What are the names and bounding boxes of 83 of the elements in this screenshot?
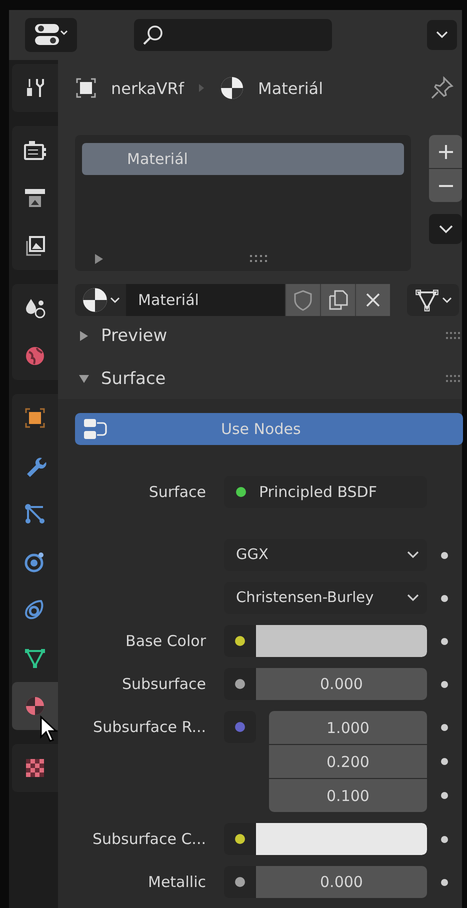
- material-slot[interactable]: Materiál: [82, 143, 404, 175]
- mouse-pointer-icon: [39, 715, 59, 743]
- toggle-caret-icon: [34, 22, 68, 48]
- plus-icon: [438, 144, 454, 160]
- keyframe-dot[interactable]: [441, 724, 448, 731]
- pin-icon[interactable]: [430, 76, 454, 100]
- expand-triangle-icon[interactable]: [94, 253, 104, 265]
- property-label: Metallic: [147, 872, 206, 893]
- panel-header[interactable]: Preview: [75, 316, 462, 356]
- property-label: Surface: [148, 482, 206, 503]
- printer-icon: [23, 186, 47, 210]
- minus-icon: [438, 184, 454, 186]
- sphere-icon: [23, 694, 47, 718]
- property-label: Base Color: [124, 631, 206, 652]
- fake-user-button[interactable]: [285, 284, 320, 316]
- keyframe-dot[interactable]: [441, 836, 448, 842]
- globe-icon: [23, 344, 47, 368]
- color-swatch[interactable]: [256, 625, 427, 657]
- properties-tab[interactable]: [12, 682, 58, 730]
- property-label: Subsurface: [121, 674, 206, 695]
- triangle-vertex-icon: [414, 287, 440, 313]
- number-field[interactable]: 0.000: [256, 866, 427, 898]
- number-field[interactable]: 0.200: [269, 745, 427, 778]
- sphere-icon: [220, 76, 244, 100]
- sphere-icon: [82, 287, 108, 313]
- keyframe-dot[interactable]: [441, 792, 448, 799]
- socket-button[interactable]: [224, 625, 256, 657]
- object-name: nerkaVRf: [111, 78, 184, 98]
- number-field[interactable]: 1.000: [269, 711, 427, 744]
- number-field[interactable]: 0.000: [256, 668, 427, 700]
- caret-icon: [110, 296, 120, 304]
- shield-icon: [293, 289, 313, 311]
- editor-type-button[interactable]: [25, 18, 77, 52]
- material-name-field[interactable]: Materiál: [126, 284, 285, 316]
- caret-icon: [438, 224, 452, 234]
- triangle-vertex-icon: [23, 646, 47, 670]
- color-swatch[interactable]: [256, 823, 427, 855]
- copy-icon: [328, 289, 348, 311]
- nodes-icon: [83, 417, 109, 441]
- material-name: Materiál: [258, 78, 324, 98]
- caret-icon: [442, 296, 452, 304]
- nodes-icon: [23, 502, 47, 526]
- property-label: Subsurface R...: [92, 717, 206, 738]
- number-field[interactable]: 0.100: [269, 779, 427, 812]
- close-icon: [365, 292, 381, 308]
- socket-button[interactable]: [224, 823, 256, 855]
- keyframe-dot[interactable]: [441, 680, 448, 688]
- socket-button[interactable]: [224, 866, 256, 898]
- remove-slot-button[interactable]: [429, 169, 462, 202]
- square-icon: [23, 406, 47, 430]
- dropdown-field[interactable]: Christensen-Burley: [224, 582, 427, 614]
- search-field[interactable]: [134, 19, 332, 51]
- camera-icon: [23, 138, 47, 162]
- use-nodes-toggle[interactable]: Use Nodes: [75, 413, 463, 445]
- drag-grip-icon[interactable]: [446, 332, 462, 340]
- drag-grip-icon[interactable]: [446, 375, 462, 383]
- caret-icon: [436, 31, 448, 39]
- dropdown-button[interactable]: [427, 20, 457, 50]
- shader-field[interactable]: Principled BSDF: [224, 476, 427, 508]
- caret-icon: [407, 594, 419, 602]
- object-square-icon: [75, 77, 97, 99]
- node-type-button[interactable]: [407, 284, 459, 316]
- keyframe-dot[interactable]: [441, 594, 448, 602]
- caret-icon: [407, 551, 419, 559]
- dropdown-field[interactable]: GGX: [224, 539, 427, 571]
- keyframe-dot[interactable]: [441, 758, 448, 765]
- keyframe-dot[interactable]: [441, 552, 448, 558]
- add-slot-button[interactable]: [429, 135, 462, 168]
- slot-menu-button[interactable]: [429, 214, 462, 244]
- unlink-button[interactable]: [355, 284, 390, 316]
- breadcrumb-arrow-icon: [198, 83, 206, 93]
- property-label: Subsurface C...: [91, 829, 206, 850]
- duplicate-button[interactable]: [320, 284, 355, 316]
- disclosure-triangle-icon: [79, 374, 89, 384]
- disclosure-triangle-icon: [79, 331, 89, 341]
- material-browse-button[interactable]: [75, 284, 126, 316]
- socket-button[interactable]: [224, 668, 256, 700]
- search-icon: [142, 24, 164, 46]
- keyframe-dot[interactable]: [441, 638, 448, 644]
- checker-icon: [23, 756, 47, 780]
- keyframe-dot[interactable]: [441, 878, 448, 886]
- resize-grip-icon[interactable]: [250, 255, 268, 263]
- panel-header[interactable]: Surface: [75, 359, 462, 399]
